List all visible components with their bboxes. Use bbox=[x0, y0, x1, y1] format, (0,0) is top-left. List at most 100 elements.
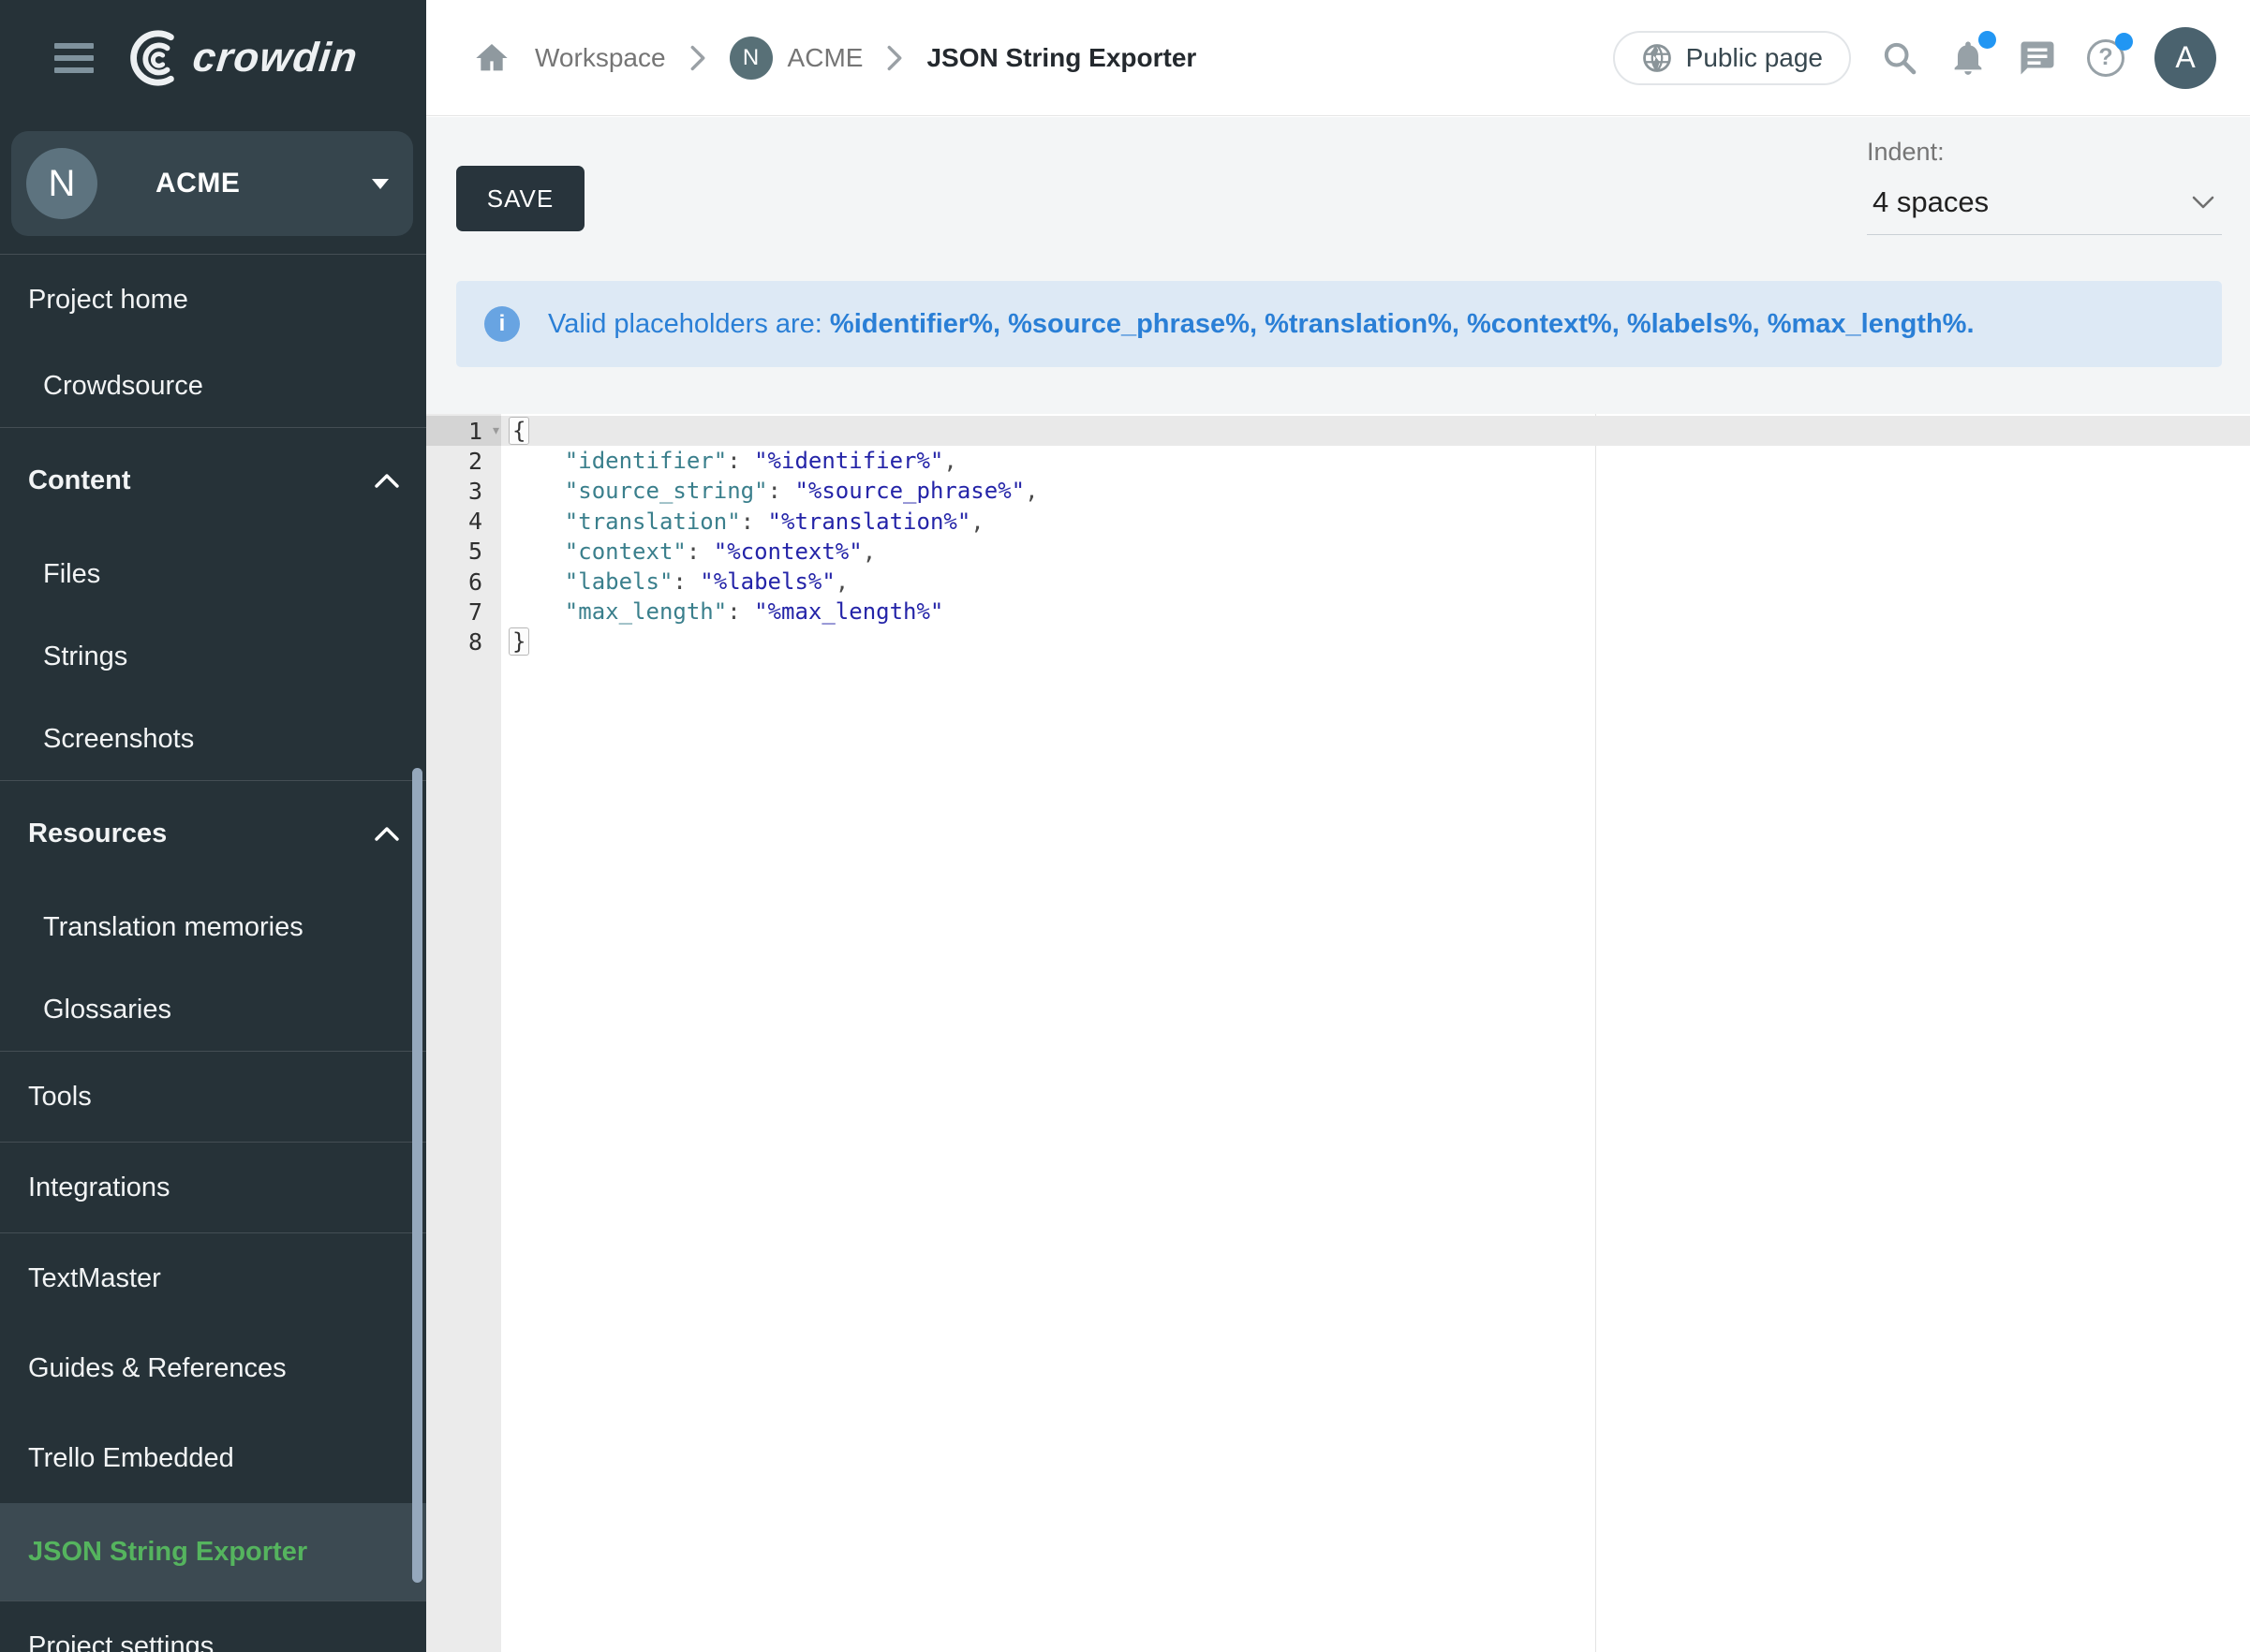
notifications-button[interactable] bbox=[1948, 37, 1988, 79]
code-line[interactable]: 7 "max_length": "%max_length%" bbox=[426, 597, 2250, 627]
gutter-line-number[interactable]: 7 bbox=[426, 597, 501, 627]
gutter-line-number[interactable]: 6 bbox=[426, 567, 501, 597]
save-button[interactable]: SAVE bbox=[456, 166, 585, 231]
code-line[interactable]: 8} bbox=[426, 627, 2250, 656]
sidebar-item-glossaries[interactable]: Glossaries bbox=[0, 968, 426, 1051]
sidebar-label: TextMaster bbox=[28, 1263, 161, 1294]
caret-down-icon bbox=[372, 179, 389, 189]
indent-value: 4 spaces bbox=[1873, 185, 1989, 219]
gutter-line-number[interactable]: 2 bbox=[426, 446, 501, 476]
sidebar-scrollbar[interactable] bbox=[412, 768, 422, 1583]
sidebar-item-files[interactable]: Files bbox=[0, 533, 426, 615]
info-banner-text: Valid placeholders are: %identifier%, %s… bbox=[548, 309, 1975, 340]
home-icon[interactable] bbox=[473, 39, 511, 77]
sidebar-label: Screenshots bbox=[43, 724, 194, 755]
sidebar-item-json-string-exporter[interactable]: JSON String Exporter bbox=[0, 1503, 426, 1600]
code-line[interactable]: 4 "translation": "%translation%", bbox=[426, 507, 2250, 537]
sidebar-item-translation-memories[interactable]: Translation memories bbox=[0, 886, 426, 968]
sidebar-section-content[interactable]: Content bbox=[0, 428, 426, 533]
messages-button[interactable] bbox=[2018, 38, 2057, 78]
code-line[interactable]: 5 "context": "%context%", bbox=[426, 537, 2250, 567]
code-text[interactable]: "max_length": "%max_length%" bbox=[501, 598, 943, 625]
sidebar-label: Trello Embedded bbox=[28, 1443, 234, 1474]
sidebar-item-trello-embedded[interactable]: Trello Embedded bbox=[0, 1413, 426, 1503]
sidebar-item-crowdsource[interactable]: Crowdsource bbox=[0, 345, 426, 427]
code-line[interactable]: 6 "labels": "%labels%", bbox=[426, 567, 2250, 597]
chevron-down-icon bbox=[2192, 196, 2214, 209]
crowdin-wordmark: crowdin bbox=[190, 35, 360, 81]
main-content: SAVE Indent: 4 spaces i Valid placeholde… bbox=[426, 117, 2250, 1652]
chevron-right-icon bbox=[690, 45, 705, 71]
sidebar-item-strings[interactable]: Strings bbox=[0, 615, 426, 698]
breadcrumb-workspace[interactable]: Workspace bbox=[535, 43, 666, 73]
breadcrumb-project[interactable]: N ACME bbox=[730, 37, 864, 80]
crowdin-logo[interactable]: crowdin bbox=[126, 29, 358, 87]
public-page-button[interactable]: Public page bbox=[1613, 31, 1851, 85]
code-text[interactable]: { bbox=[501, 418, 527, 444]
info-icon: i bbox=[484, 306, 520, 342]
globe-icon bbox=[1641, 42, 1673, 74]
top-bar-actions: Public page bbox=[1613, 27, 2250, 89]
user-avatar[interactable]: A bbox=[2154, 27, 2216, 89]
project-selector[interactable]: N ACME bbox=[11, 131, 413, 236]
notification-dot bbox=[1978, 31, 1996, 49]
sidebar-item-guides-references[interactable]: Guides & References bbox=[0, 1323, 426, 1413]
code-line[interactable]: 3 "source_string": "%source_phrase%", bbox=[426, 476, 2250, 506]
sidebar-nav: Project home Crowdsource Content Files Strin… bbox=[0, 255, 426, 1652]
code-text[interactable]: "translation": "%translation%", bbox=[501, 509, 984, 535]
code-line[interactable]: 1▾{ bbox=[426, 416, 2250, 446]
app-window: crowdin N ACME Project home Crowdsource Co… bbox=[0, 0, 2250, 1652]
sidebar-item-screenshots[interactable]: Screenshots bbox=[0, 698, 426, 780]
sidebar-top: crowdin bbox=[0, 0, 426, 116]
search-icon bbox=[1881, 39, 1918, 77]
code-text[interactable]: "source_string": "%source_phrase%", bbox=[501, 478, 1039, 504]
sidebar-label: Tools bbox=[28, 1082, 92, 1113]
info-banner: i Valid placeholders are: %identifier%, … bbox=[456, 281, 2222, 367]
indent-select[interactable]: 4 spaces bbox=[1867, 180, 2222, 235]
sidebar-label: Project settings bbox=[28, 1631, 214, 1652]
code-text[interactable]: "context": "%context%", bbox=[501, 538, 876, 565]
help-button[interactable]: ? bbox=[2087, 39, 2124, 77]
indent-label: Indent: bbox=[1867, 138, 2222, 167]
sidebar-label: Content bbox=[28, 465, 131, 496]
chevron-up-icon bbox=[374, 473, 400, 489]
chat-icon bbox=[2018, 38, 2057, 78]
sidebar-item-project-settings[interactable]: Project settings bbox=[0, 1601, 426, 1652]
code-editor[interactable]: 1▾{2 "identifier": "%identifier%",3 "sou… bbox=[426, 414, 2250, 1652]
code-line[interactable]: 2 "identifier": "%identifier%", bbox=[426, 446, 2250, 476]
gutter-line-number[interactable]: 5 bbox=[426, 537, 501, 567]
project-initial-badge: N bbox=[730, 37, 773, 80]
gutter-line-number[interactable]: 4 bbox=[426, 507, 501, 537]
sidebar: crowdin N ACME Project home Crowdsource Co… bbox=[0, 0, 426, 1652]
sidebar-item-integrations[interactable]: Integrations bbox=[0, 1143, 426, 1232]
breadcrumb: Workspace N ACME JSON String Exporter bbox=[426, 37, 1196, 80]
sidebar-label: Integrations bbox=[28, 1173, 170, 1203]
sidebar-item-textmaster[interactable]: TextMaster bbox=[0, 1233, 426, 1323]
sidebar-label: Translation memories bbox=[43, 912, 303, 943]
sidebar-label: JSON String Exporter bbox=[28, 1537, 307, 1568]
help-dot bbox=[2115, 33, 2133, 51]
crowdin-logo-icon bbox=[126, 29, 184, 87]
chevron-up-icon bbox=[374, 826, 400, 842]
project-avatar: N bbox=[26, 148, 97, 219]
sidebar-item-project-home[interactable]: Project home bbox=[0, 255, 426, 345]
gutter-line-number[interactable]: 1▾ bbox=[426, 416, 501, 446]
sidebar-label: Crowdsource bbox=[43, 371, 203, 402]
fold-caret-icon[interactable]: ▾ bbox=[493, 422, 499, 438]
gutter-line-number[interactable]: 8 bbox=[426, 627, 501, 656]
search-button[interactable] bbox=[1881, 39, 1918, 77]
hamburger-menu-icon[interactable] bbox=[54, 43, 94, 73]
breadcrumb-project-label: ACME bbox=[788, 43, 864, 73]
sidebar-label: Project home bbox=[28, 285, 188, 316]
code-text[interactable]: "identifier": "%identifier%", bbox=[501, 448, 957, 474]
code-text[interactable]: } bbox=[501, 628, 527, 655]
gutter-line-number[interactable]: 3 bbox=[426, 476, 501, 506]
public-page-label: Public page bbox=[1686, 43, 1823, 73]
indent-control: Indent: 4 spaces bbox=[1867, 138, 2222, 235]
sidebar-section-resources[interactable]: Resources bbox=[0, 781, 426, 886]
sidebar-label: Strings bbox=[43, 642, 127, 672]
top-bar: Workspace N ACME JSON String Exporter Pu… bbox=[426, 0, 2250, 116]
sidebar-label: Files bbox=[43, 559, 100, 590]
code-text[interactable]: "labels": "%labels%", bbox=[501, 568, 849, 595]
sidebar-item-tools[interactable]: Tools bbox=[0, 1052, 426, 1142]
